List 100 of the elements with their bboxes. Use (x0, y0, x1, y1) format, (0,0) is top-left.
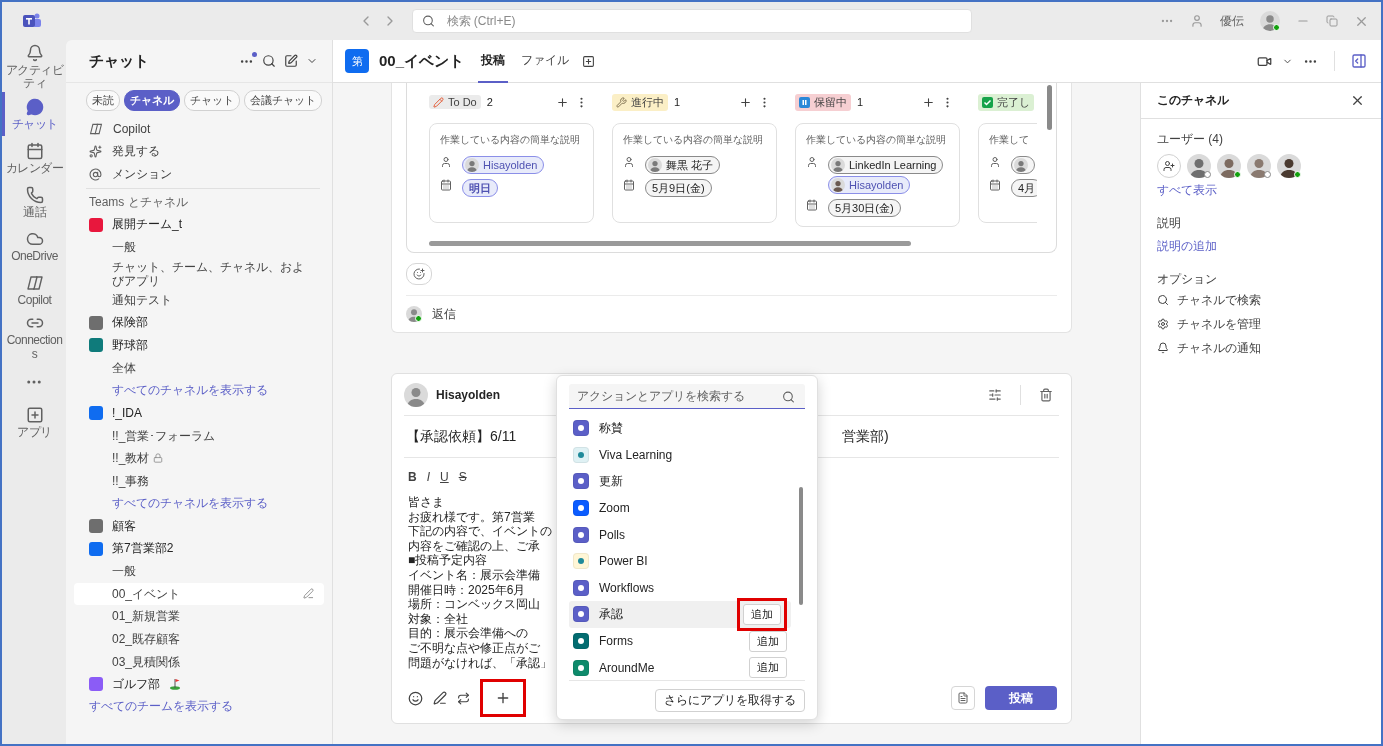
due-date-chip[interactable]: 5月30日(金) (828, 199, 901, 217)
channel-item[interactable]: 全体 (74, 356, 324, 380)
plus-icon[interactable] (739, 95, 752, 109)
add-app-button[interactable]: 追加 (749, 630, 787, 652)
channel-tab[interactable]: ファイル (518, 39, 573, 83)
shortcut-item[interactable]: Copilot (66, 117, 332, 140)
option-item[interactable]: チャネルを管理 (1157, 312, 1261, 336)
format-button[interactable]: U (440, 470, 449, 484)
app-item[interactable]: Zoom (569, 494, 791, 522)
rail-item[interactable]: 通話 (2, 180, 66, 225)
add-tab-icon[interactable] (582, 54, 596, 68)
app-item[interactable]: Viva Learning (569, 441, 791, 469)
app-item[interactable]: 承認 追加 (569, 601, 791, 628)
get-more-apps-button[interactable]: さらにアプリを取得する (655, 689, 805, 712)
compose-icon[interactable] (284, 54, 298, 68)
subject-text[interactable]: 【承認依頼】6/11 (406, 427, 517, 446)
due-date-chip[interactable]: 明日 (462, 179, 498, 197)
loop-icon[interactable] (457, 691, 470, 705)
post-button[interactable]: 投稿 (985, 686, 1057, 710)
search-field[interactable]: 検索 (Ctrl+E) (411, 9, 972, 33)
team-item[interactable]: 保険部 (66, 311, 332, 334)
channel-item[interactable]: 通知テスト (74, 288, 324, 312)
team-item[interactable]: !_IDA (66, 401, 332, 425)
subject-text[interactable]: 営業部) (842, 427, 889, 446)
channel-item[interactable]: 01_新規営業 (74, 605, 324, 628)
scrollbar-thumb[interactable] (799, 487, 803, 605)
app-item[interactable]: Workflows (569, 574, 791, 602)
rail-item[interactable]: Copilot (2, 268, 66, 313)
scrollbar-thumb[interactable] (1047, 85, 1052, 130)
channel-item[interactable]: チャット、チーム、チャネル、およびアプリ (74, 258, 324, 289)
team-item[interactable]: ゴルフ部 (66, 672, 332, 696)
team-item[interactable]: 顧客 (66, 514, 332, 538)
assignee-chip[interactable]: 舞黒 花子 (645, 156, 721, 174)
app-item[interactable]: Forms 追加 (569, 627, 791, 655)
reaction-button[interactable] (406, 263, 432, 285)
team-item[interactable]: 展開チーム_t (66, 213, 332, 237)
channel-item[interactable]: 02_既存顧客 (74, 627, 324, 651)
channel-item[interactable]: !!_営業･フォーラム (74, 424, 324, 447)
rail-item[interactable]: カレンダー (2, 136, 66, 181)
pen-icon[interactable] (433, 691, 447, 705)
shortcut-item[interactable]: 発見する (66, 140, 332, 163)
add-app-button[interactable]: 追加 (749, 657, 787, 679)
rail-item[interactable]: OneDrive (2, 224, 66, 269)
search-icon[interactable] (262, 54, 276, 68)
assignee-chip[interactable]: Hisayolden (828, 176, 911, 194)
due-date-chip[interactable]: 4月 (1011, 179, 1037, 197)
emoji-icon[interactable] (408, 690, 423, 706)
message-line: 皆さま (408, 495, 444, 510)
close-icon[interactable] (1350, 93, 1365, 108)
format-button[interactable]: I (426, 470, 430, 484)
task-card[interactable]: 作業している内容の簡単な説明 Hisayolden 明日 (429, 123, 594, 223)
format-button[interactable]: B (408, 470, 417, 484)
add-app-button[interactable]: 追加 (743, 603, 781, 625)
app-item[interactable]: Polls (569, 521, 791, 548)
task-card[interactable]: 作業している内容の簡単な説明 LinkedIn Learning Hisayolden 5月30日(金) (795, 123, 960, 227)
task-card[interactable]: 作業している内容の簡単な説明 舞黒 花子 5月9日(金) (612, 123, 777, 223)
option-item[interactable]: チャネルで検索 (1157, 288, 1261, 312)
plus-icon[interactable] (556, 95, 569, 109)
add-description-link[interactable]: 説明の追加 (1157, 238, 1217, 255)
format-toggle-button[interactable] (951, 686, 975, 710)
assignee-chip[interactable]: Hisayolden (462, 156, 545, 174)
scrollbar-thumb[interactable] (429, 241, 911, 246)
channel-item[interactable]: 00_イベント (74, 582, 324, 606)
plus-icon[interactable] (922, 95, 935, 109)
channel-item[interactable]: 一般 (74, 236, 324, 259)
team-item[interactable]: 野球部 (66, 333, 332, 357)
filter-pill[interactable]: 会議チャット (244, 89, 322, 111)
show-all-channels-link[interactable]: すべてのチャネルを表示する (112, 381, 268, 399)
app-item[interactable]: 称賛 (569, 415, 791, 442)
rail-item[interactable]: Connections (2, 312, 66, 363)
rail-item[interactable]: アクティビティ (2, 42, 66, 93)
app-item[interactable]: Power BI (569, 547, 791, 575)
app-item[interactable]: 更新 (569, 468, 791, 495)
side-panel-icon[interactable] (1351, 53, 1367, 69)
app-search-field[interactable]: アクションとアプリを検索する (569, 384, 805, 409)
sliders-icon[interactable] (988, 387, 1002, 402)
channel-item[interactable]: 一般 (74, 559, 324, 583)
team-item[interactable]: 第7営業部2 (66, 537, 332, 560)
channel-item[interactable]: 03_見積関係 (74, 650, 324, 673)
channel-item[interactable]: !!_事務 (74, 469, 324, 493)
filter-pill[interactable]: 未読 (86, 89, 120, 111)
due-date-chip[interactable]: 5月9日(金) (645, 179, 712, 197)
rail-item[interactable]: アプリ (2, 400, 66, 445)
show-all-teams-link[interactable]: すべてのチームを表示する (89, 698, 233, 716)
task-card[interactable]: 作業して 4月 (978, 123, 1037, 223)
assignee-chip[interactable] (1011, 156, 1035, 174)
reply-link[interactable]: 返信 (432, 305, 456, 323)
filter-pill[interactable]: チャネル (124, 89, 180, 111)
show-all-channels-link[interactable]: すべてのチャネルを表示する (112, 494, 268, 512)
option-item[interactable]: チャネルの通知 (1157, 336, 1261, 360)
show-all-link[interactable]: すべて表示 (1157, 182, 1217, 199)
app-item[interactable]: AroundMe 追加 (569, 654, 791, 680)
delete-icon[interactable] (1039, 387, 1053, 402)
message-line: 問題がなければ、「承認」 (408, 655, 552, 671)
filter-pill[interactable]: チャット (184, 89, 240, 111)
document-icon (957, 692, 969, 704)
assignee-chip[interactable]: LinkedIn Learning (828, 156, 944, 174)
shortcut-item[interactable]: メンション (66, 163, 332, 186)
format-button[interactable]: S (458, 470, 467, 484)
channel-item[interactable]: !!_教材 (74, 446, 324, 470)
